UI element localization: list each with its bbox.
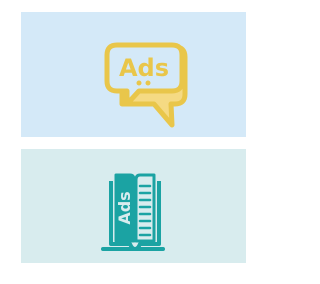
ads-book-tile: Ads	[21, 149, 246, 263]
ads-chat-tile: Ads	[21, 12, 246, 137]
ads-open-book-icon: Ads	[21, 149, 246, 263]
ads-speech-bubble-icon: Ads	[21, 12, 246, 137]
ads-book-label: Ads	[115, 191, 134, 224]
ads-bubble-label: Ads	[119, 54, 169, 82]
